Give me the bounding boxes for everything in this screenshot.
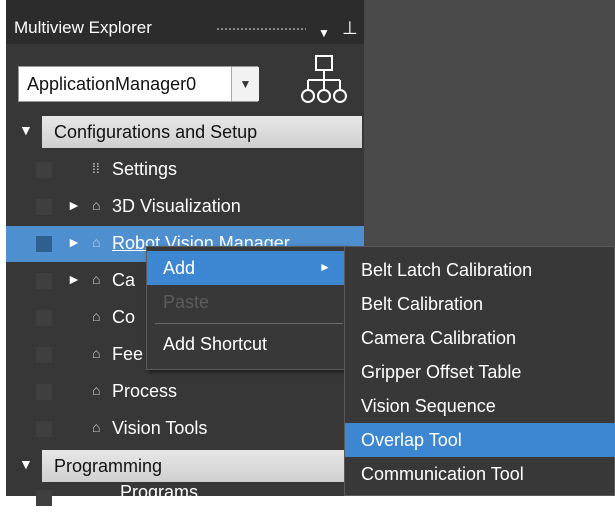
tree-item-label: Process xyxy=(112,381,178,401)
row-marker xyxy=(36,347,52,363)
expand-arrow-icon[interactable]: ► xyxy=(67,197,81,213)
context-menu: Add ► Paste Add Shortcut xyxy=(146,246,348,370)
submenu-item-belt-calibration[interactable]: Belt Calibration xyxy=(345,287,615,321)
folder-icon: ⌂ xyxy=(92,234,101,250)
submenu-item-overlap-tool[interactable]: Overlap Tool xyxy=(345,423,615,457)
submenu-item-label: Overlap Tool xyxy=(361,430,462,450)
menu-item-add-shortcut[interactable]: Add Shortcut xyxy=(147,327,347,361)
drag-grip[interactable] xyxy=(216,27,306,32)
row-marker xyxy=(36,421,52,437)
submenu-item-communication-tool[interactable]: Communication Tool xyxy=(345,457,615,491)
tree-item-label: Co xyxy=(112,307,136,327)
submenu-item-gripper-offset-table[interactable]: Gripper Offset Table xyxy=(345,355,615,389)
expand-arrow-icon[interactable]: ► xyxy=(67,271,81,287)
folder-icon: ⌂ xyxy=(92,382,101,398)
submenu-item-vision-sequence[interactable]: Vision Sequence xyxy=(345,389,615,423)
expand-arrow-icon[interactable]: ► xyxy=(67,234,81,250)
collapse-arrow-icon[interactable]: ▼ xyxy=(19,122,33,138)
header-bar: Configurations and Setup xyxy=(42,116,362,148)
tree-item-label: Vision Tools xyxy=(112,418,208,438)
explorer-title-bar: Multiview Explorer ▼ ⊥ xyxy=(6,0,364,44)
submenu-item-label: Belt Calibration xyxy=(361,294,484,314)
application-select-value: ApplicationManager0 xyxy=(27,74,197,94)
tree-item-label: Settings xyxy=(112,159,178,179)
tree-item-process[interactable]: ⌂ Process xyxy=(6,374,364,410)
add-submenu: Belt Latch Calibration Belt Calibration … xyxy=(344,246,615,496)
dropdown-arrow-icon[interactable]: ▼ xyxy=(231,67,259,101)
tree-item-label: 3D Visualization xyxy=(112,196,241,216)
menu-item-label: Add xyxy=(163,258,196,278)
folder-icon: ⌂ xyxy=(92,345,101,361)
submenu-arrow-icon: ► xyxy=(319,260,331,274)
header-label: Configurations and Setup xyxy=(54,122,258,142)
header-label: Programming xyxy=(54,456,163,476)
menu-item-label: Paste xyxy=(163,292,210,312)
row-marker xyxy=(36,273,52,289)
hierarchy-icon[interactable] xyxy=(298,54,350,106)
header-bar: Programming xyxy=(42,450,362,482)
row-marker xyxy=(36,490,52,506)
row-marker xyxy=(36,236,52,252)
tree-item-label: Programs xyxy=(120,482,199,502)
pin-icon[interactable]: ⊥ xyxy=(342,18,358,39)
collapse-arrow-icon[interactable]: ▼ xyxy=(19,456,33,472)
programming-header[interactable]: ▼ Programming xyxy=(6,448,364,484)
tree-item-vision-tools[interactable]: ⌂ Vision Tools xyxy=(6,411,364,447)
row-marker xyxy=(36,310,52,326)
submenu-item-label: Communication Tool xyxy=(361,464,524,484)
submenu-item-label: Belt Latch Calibration xyxy=(361,260,533,280)
menu-item-add[interactable]: Add ► xyxy=(147,251,347,285)
submenu-item-label: Gripper Offset Table xyxy=(361,362,522,382)
application-select[interactable]: ApplicationManager0 ▼ xyxy=(18,66,259,102)
submenu-item-label: Vision Sequence xyxy=(361,396,496,416)
settings-icon: ⁞⁞ xyxy=(92,160,100,176)
configurations-header[interactable]: ▼ Configurations and Setup xyxy=(6,114,364,150)
tree-item-settings[interactable]: ⁞⁞ Settings xyxy=(6,152,364,188)
menu-item-label: Add Shortcut xyxy=(163,334,268,354)
row-marker xyxy=(36,384,52,400)
tree-item-programs[interactable]: Programs xyxy=(6,482,364,522)
menu-item-paste[interactable]: Paste xyxy=(147,285,347,319)
tree-item-label: Ca xyxy=(112,270,136,290)
tree-item-3d-visualization[interactable]: ► ⌂ 3D Visualization xyxy=(6,189,364,225)
folder-icon: ⌂ xyxy=(92,197,101,213)
folder-icon: ⌂ xyxy=(92,419,101,435)
submenu-item-belt-latch-calibration[interactable]: Belt Latch Calibration xyxy=(345,253,615,287)
submenu-item-label: Camera Calibration xyxy=(361,328,517,348)
row-marker xyxy=(36,199,52,215)
pane-options-dropdown-icon[interactable]: ▼ xyxy=(318,26,330,40)
submenu-item-camera-calibration[interactable]: Camera Calibration xyxy=(345,321,615,355)
folder-icon: ⌂ xyxy=(92,271,101,287)
panel-title: Multiview Explorer xyxy=(14,18,152,37)
menu-separator xyxy=(155,323,343,324)
row-marker xyxy=(36,162,52,178)
tree-item-label: Fee xyxy=(112,344,144,364)
folder-icon: ⌂ xyxy=(92,308,101,324)
